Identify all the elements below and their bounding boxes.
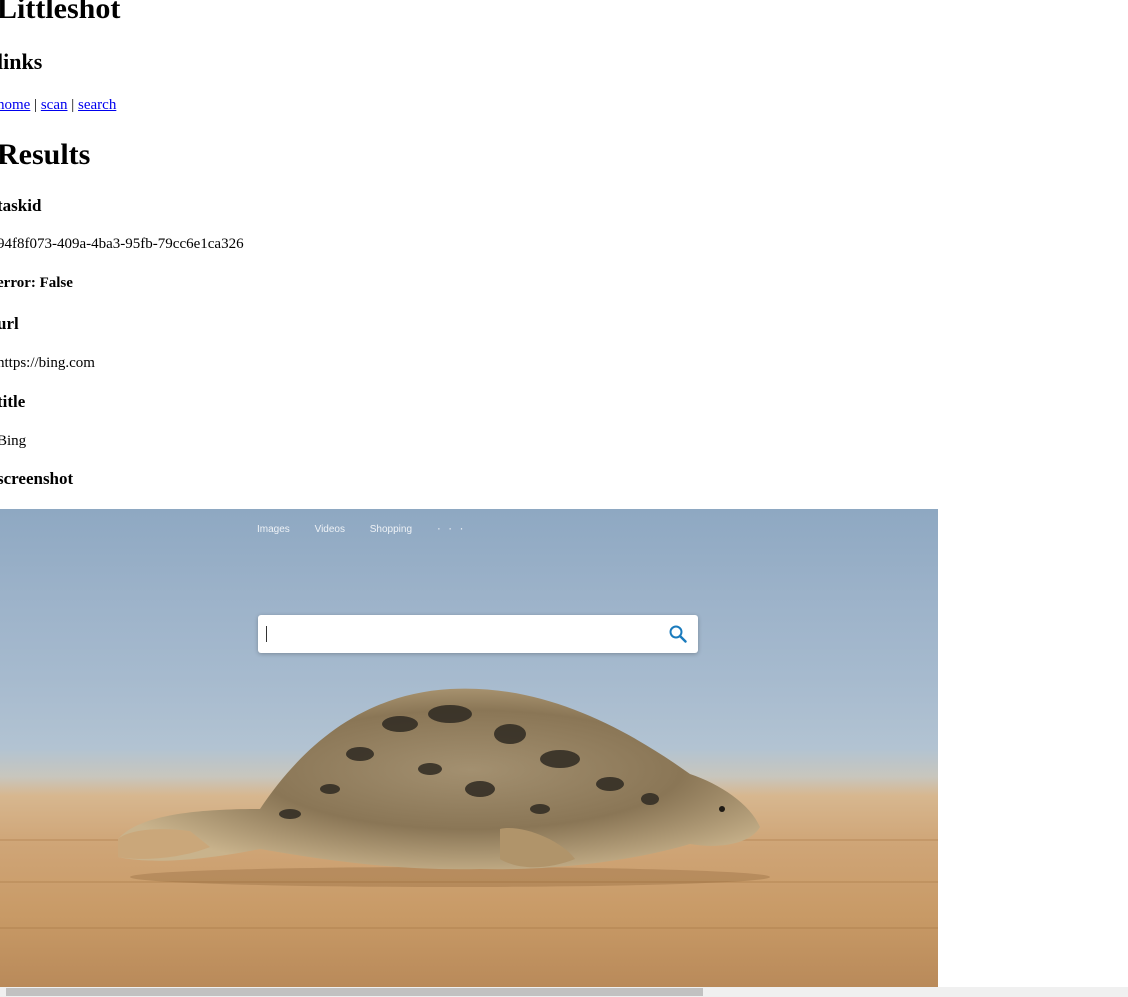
horizontal-scrollbar[interactable] [0,987,1128,997]
links-heading: links [0,49,43,74]
title-value: Bing [0,433,27,449]
link-search[interactable]: search [78,97,116,113]
site-title: Littleshot [0,0,121,25]
link-separator: | [34,97,38,113]
title-label: title [0,392,26,411]
scrollbar-thumb[interactable] [6,988,703,996]
results-heading: Results [0,138,91,171]
link-separator: | [71,97,75,113]
url-label: url [0,314,19,333]
link-home[interactable]: home [0,97,30,113]
taskid-value: 94f8f073-409a-4ba3-95fb-79cc6e1ca326 [0,236,244,252]
error-status: error: False [0,275,73,291]
links-nav: home | scan | search [0,95,116,115]
taskid-label: taskid [0,196,42,215]
screenshot-label: screenshot [0,469,74,488]
seal-illustration [118,688,770,887]
screenshot-image: Images Videos Shopping · · · [0,509,938,987]
url-value: https://bing.com [0,355,95,371]
link-scan[interactable]: scan [41,97,68,113]
